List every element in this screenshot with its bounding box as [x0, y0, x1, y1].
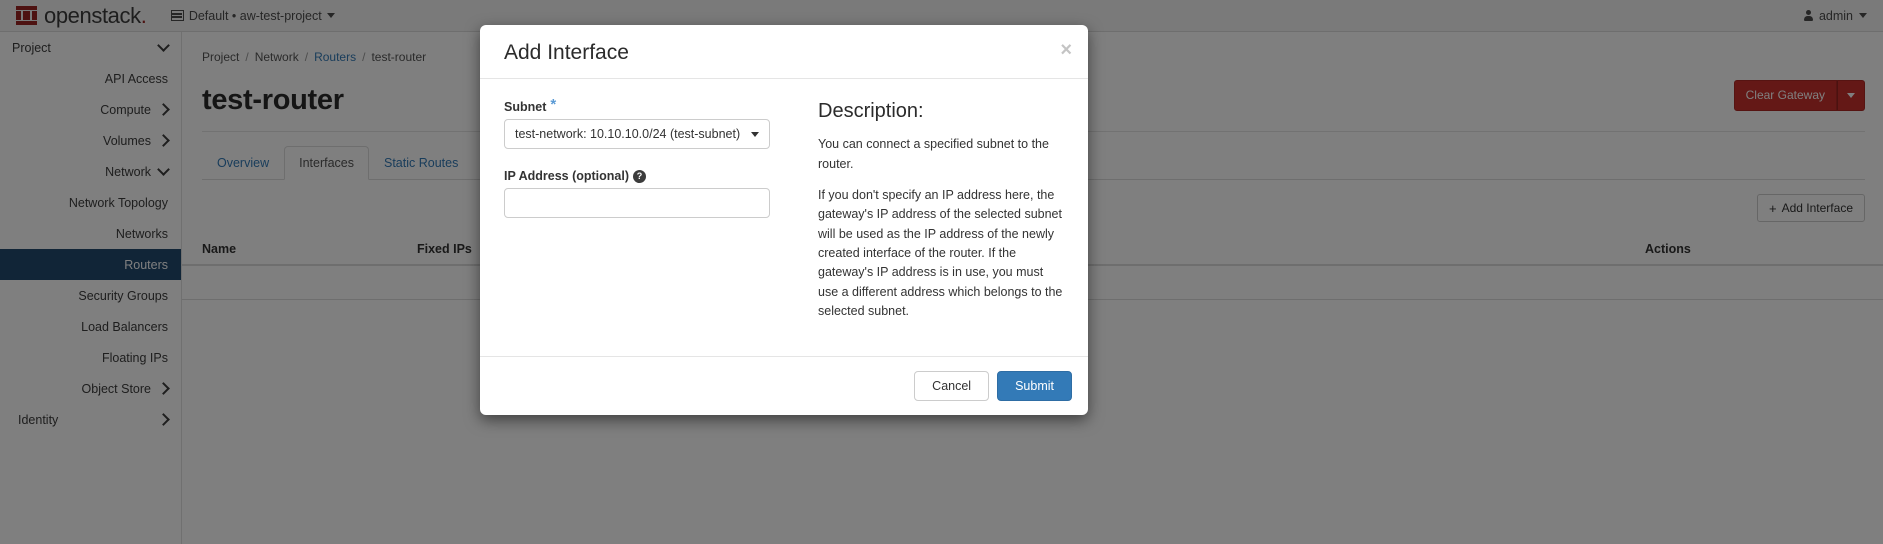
modal-description-column: Description: You can connect a specified… — [794, 99, 1064, 333]
subnet-label-text: Subnet — [504, 99, 547, 114]
ip-address-label: IP Address (optional) ? — [504, 169, 794, 183]
required-asterisk-icon: * — [550, 96, 557, 114]
ip-address-label-text: IP Address (optional) — [504, 169, 630, 184]
modal-header: Add Interface × — [480, 25, 1088, 80]
modal-body: Subnet * test-network: 10.10.10.0/24 (te… — [480, 79, 1088, 355]
modal-form-column: Subnet * test-network: 10.10.10.0/24 (te… — [504, 96, 794, 333]
add-interface-modal: Add Interface × Subnet * test-network: 1… — [480, 25, 1088, 415]
description-title: Description: — [818, 100, 924, 123]
modal-title: Add Interface — [504, 41, 629, 64]
close-icon[interactable]: × — [1060, 40, 1072, 60]
field-spacer — [504, 149, 794, 169]
subnet-select[interactable]: test-network: 10.10.10.0/24 (test-subnet… — [504, 119, 770, 150]
help-icon[interactable]: ? — [633, 169, 647, 183]
modal-footer: Cancel Submit — [480, 355, 1088, 415]
cancel-button[interactable]: Cancel — [914, 370, 990, 401]
subnet-label: Subnet * — [504, 96, 794, 114]
description-paragraph-1: You can connect a specified subnet to th… — [818, 137, 1049, 171]
subnet-select-value: test-network: 10.10.10.0/24 (test-subnet… — [515, 127, 741, 142]
dashboard-page: openstack . Default • aw-test-project ad… — [0, 0, 1883, 544]
ip-address-input[interactable] — [504, 188, 770, 219]
chevron-down-icon — [751, 131, 759, 137]
description-paragraph-2: If you don't specify an IP address here,… — [818, 187, 1063, 319]
submit-button[interactable]: Submit — [997, 370, 1072, 401]
